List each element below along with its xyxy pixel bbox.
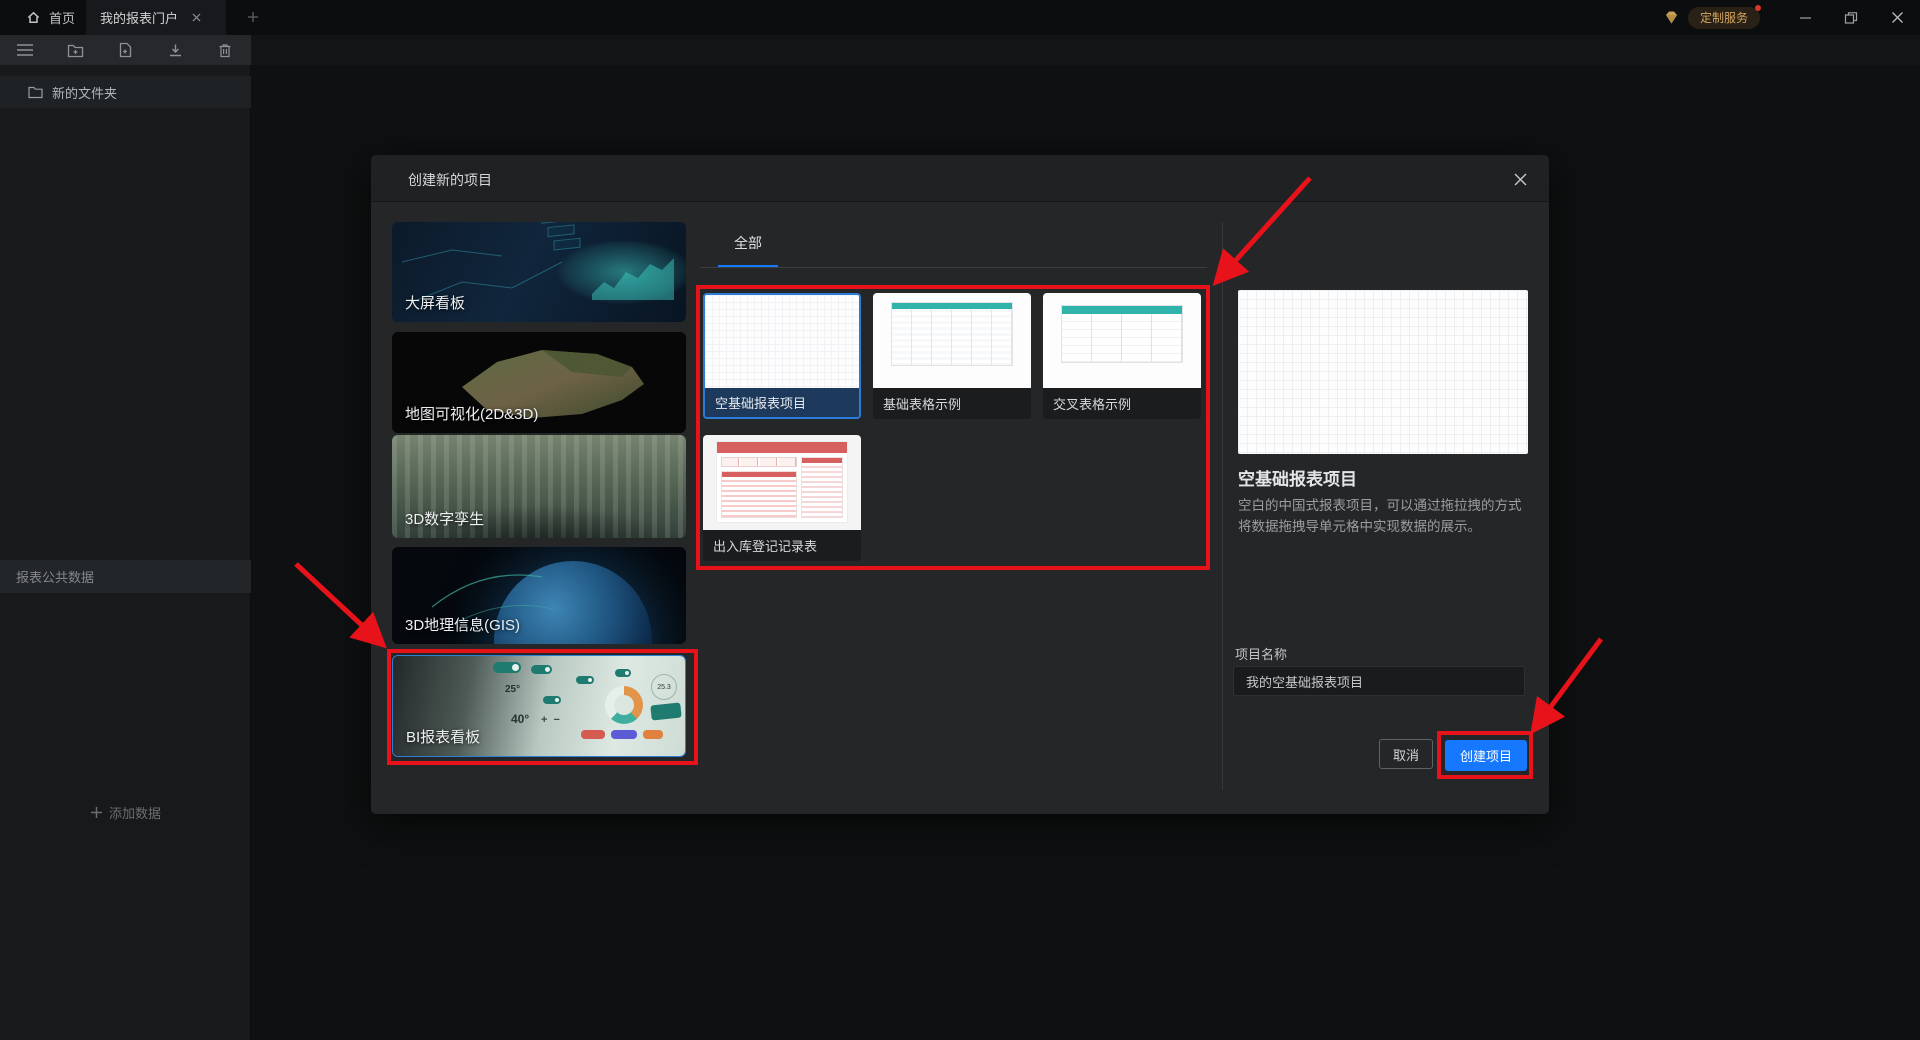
template-label: 交叉表格示例 <box>1043 388 1201 419</box>
toggle-graphic <box>531 665 552 674</box>
template-card-warehouse-record[interactable]: 出入库登记记录表 <box>703 435 861 561</box>
bi-plus-minus: + − <box>541 714 560 726</box>
tab-report-portal[interactable]: 我的报表门户 <box>86 0 226 35</box>
home-icon <box>27 11 40 23</box>
file-plus-icon <box>119 42 132 58</box>
toolbar-strip <box>251 35 1920 65</box>
project-name-input[interactable] <box>1233 666 1525 696</box>
bar-indigo <box>611 730 637 739</box>
bar-orange <box>643 730 663 739</box>
window-controls: 定制服务 <box>1663 0 1920 35</box>
folder-item-label: 新的文件夹 <box>52 85 118 101</box>
category-card-map[interactable]: 地图可视化(2D&3D) <box>392 332 686 433</box>
detail-title: 空基础报表项目 <box>1238 470 1357 489</box>
sidebar-section-public-data[interactable]: 报表公共数据 <box>0 560 251 593</box>
tab-all[interactable]: 全部 <box>718 233 778 253</box>
table-graphic <box>1061 305 1183 363</box>
minimize-button[interactable] <box>1782 0 1828 35</box>
template-preview-basic-table <box>873 293 1031 388</box>
window-top-bar: 首页 我的报表门户 定制服务 <box>0 0 1920 35</box>
app-window: 首页 我的报表门户 定制服务 新的文件夹 报表公共数据 添加数据 创建新的项目 … <box>0 0 1920 1040</box>
add-data-button[interactable]: 添加数据 <box>0 803 251 822</box>
template-preview-warehouse <box>703 435 861 530</box>
trash-icon <box>219 43 231 57</box>
menu-button[interactable] <box>0 35 50 65</box>
category-card-digital-twin[interactable]: 3D数字孪生 <box>392 435 686 538</box>
gauge-graphic: 25.3 <box>651 674 677 700</box>
download-button[interactable] <box>150 35 200 65</box>
tab-close-icon[interactable] <box>192 13 201 22</box>
new-folder-button[interactable] <box>50 35 100 65</box>
cancel-button[interactable]: 取消 <box>1379 739 1433 769</box>
detail-description: 空白的中国式报表项目，可以通过拖拉拽的方式将数据拖拽导单元格中实现数据的展示。 <box>1238 498 1522 534</box>
template-label: 出入库登记记录表 <box>703 530 861 561</box>
download-icon <box>169 44 181 56</box>
close-window-button[interactable] <box>1874 0 1920 35</box>
template-card-empty-report[interactable]: 空基础报表项目 <box>703 293 861 419</box>
toggle-graphic <box>615 669 631 677</box>
maximize-icon <box>1844 11 1858 24</box>
category-label: 地图可视化(2D&3D) <box>405 406 539 423</box>
plus-icon <box>248 12 258 22</box>
minimize-icon <box>1799 17 1811 19</box>
category-label: 3D地理信息(GIS) <box>405 617 521 634</box>
create-project-button[interactable]: 创建项目 <box>1445 740 1527 771</box>
folder-plus-icon <box>67 44 83 57</box>
category-label: BI报表看板 <box>406 729 481 746</box>
modal-close-button[interactable] <box>1505 168 1535 190</box>
gem-icon <box>1663 10 1680 25</box>
tab-report-portal-label: 我的报表门户 <box>100 11 179 26</box>
tab-home-label: 首页 <box>49 11 76 26</box>
new-tab-button[interactable] <box>246 10 260 24</box>
project-name-label: 项目名称 <box>1235 647 1288 662</box>
template-label: 基础表格示例 <box>873 388 1031 419</box>
template-preview-empty-grid <box>705 295 859 388</box>
toggle-graphic <box>543 696 561 704</box>
custom-service-badge[interactable]: 定制服务 <box>1687 4 1761 29</box>
donut-chart-graphic <box>605 686 643 724</box>
plus-icon <box>90 807 102 818</box>
file-toolbar <box>0 35 251 65</box>
folder-icon <box>28 86 43 98</box>
close-icon <box>1514 173 1526 185</box>
teal-card-graphic <box>650 702 682 721</box>
category-card-bi-dashboard[interactable]: 25° 40° + − 25.3 BI报表看板 <box>392 655 686 757</box>
detail-preview-image <box>1238 290 1528 454</box>
annotation-arrow-bi-card <box>294 562 387 649</box>
public-data-label: 报表公共数据 <box>16 570 95 585</box>
table-graphic <box>891 302 1013 366</box>
category-label: 大屏看板 <box>405 295 466 312</box>
bar-red <box>581 730 605 739</box>
delete-button[interactable] <box>200 35 250 65</box>
divider <box>1222 222 1223 790</box>
close-icon <box>1891 12 1903 23</box>
category-label: 3D数字孪生 <box>405 511 485 528</box>
toggle-graphic <box>576 676 594 684</box>
category-card-gis[interactable]: 3D地理信息(GIS) <box>392 547 686 644</box>
category-card-bigscreen[interactable]: 大屏看板 <box>392 222 686 322</box>
toggle-graphic <box>493 662 521 673</box>
create-project-modal: 创建新的项目 大屏看板 地图可视化(2D&3D) 3D数字孪生 3D地理信息(G… <box>371 155 1549 814</box>
new-file-button[interactable] <box>100 35 150 65</box>
sidebar: 新的文件夹 报表公共数据 添加数据 <box>0 65 251 1040</box>
modal-header: 创建新的项目 <box>371 155 1549 202</box>
template-card-basic-table[interactable]: 基础表格示例 <box>873 293 1031 419</box>
template-preview-cross-table <box>1043 293 1201 388</box>
modal-title: 创建新的项目 <box>408 172 492 188</box>
dashboard-graphic <box>717 442 847 522</box>
bi-temp-large: 40° <box>511 712 530 726</box>
bi-temp-small: 25° <box>505 684 521 695</box>
sidebar-item-new-folder[interactable]: 新的文件夹 <box>0 76 251 108</box>
hamburger-icon <box>17 44 33 56</box>
divider <box>700 267 1207 268</box>
add-data-label: 添加数据 <box>108 806 161 821</box>
maximize-button[interactable] <box>1828 0 1874 35</box>
template-card-cross-table[interactable]: 交叉表格示例 <box>1043 293 1201 419</box>
template-label: 空基础报表项目 <box>705 388 859 417</box>
tab-home[interactable]: 首页 <box>12 0 89 35</box>
custom-service-label: 定制服务 <box>1699 11 1748 25</box>
notification-dot <box>1755 4 1761 11</box>
